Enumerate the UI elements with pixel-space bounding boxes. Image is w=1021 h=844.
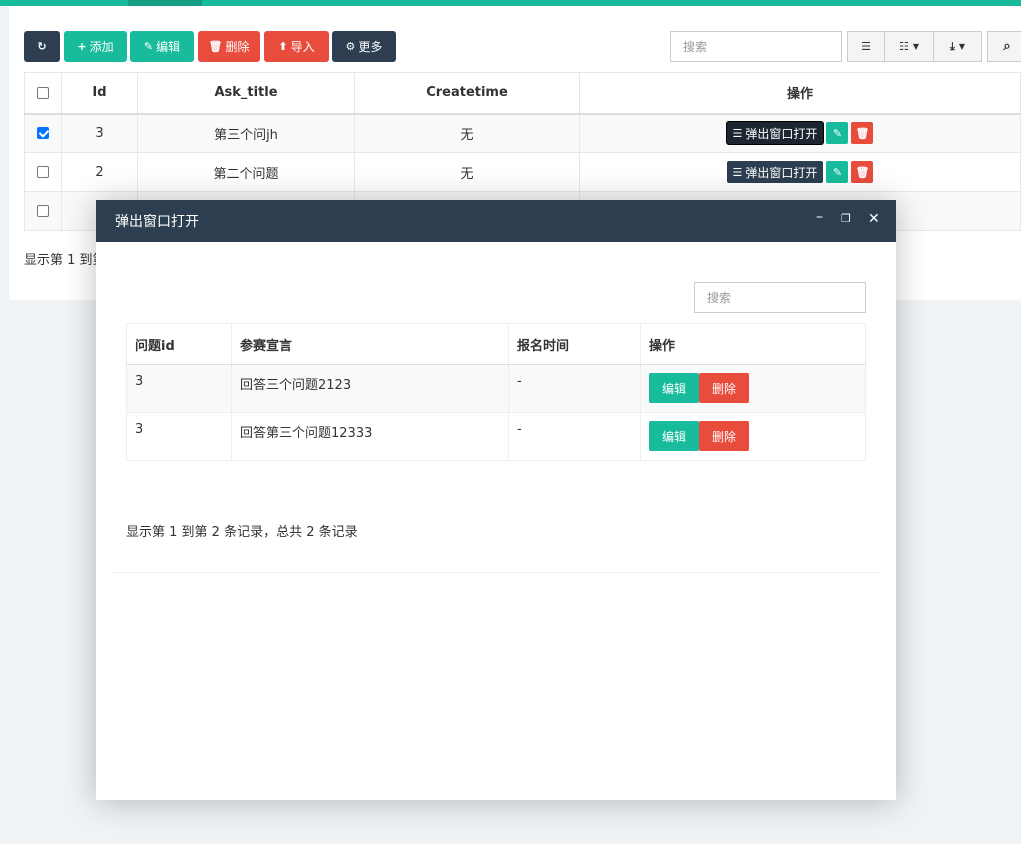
row-checkbox-cell[interactable] bbox=[24, 113, 62, 153]
popup-open-label: 弹出窗口打开 bbox=[745, 165, 818, 180]
modal-table-header-row: 问题id 参赛宣言 报名时间 操作 bbox=[126, 323, 866, 365]
modal-body: 问题id 参赛宣言 报名时间 操作 3 回答三个问题2123 - 编辑删除 3 bbox=[96, 242, 896, 800]
row-question-id: 3 bbox=[126, 412, 232, 461]
row-id: 2 bbox=[61, 152, 138, 192]
modal-edit-button[interactable]: 编辑 bbox=[649, 421, 699, 451]
table-header-row: Id Ask_title Createtime 操作 bbox=[24, 72, 1021, 115]
row-checkbox[interactable] bbox=[37, 127, 49, 140]
row-signup-time: - bbox=[508, 364, 641, 413]
more-label: 更多 bbox=[358, 40, 383, 54]
toggle-view-button[interactable]: ☰ bbox=[847, 31, 885, 62]
popup-modal: 弹出窗口打开 – ❐ ✕ 问题id 参赛宣言 报名时间 操作 3 回答三个问题2… bbox=[96, 200, 896, 800]
more-button[interactable]: ⚙ 更多 bbox=[332, 31, 396, 62]
modal-table-row: 3 回答第三个问题12333 - 编辑 删除 bbox=[126, 412, 866, 461]
row-title: 第三个问jh bbox=[137, 113, 355, 153]
row-checkbox-cell[interactable] bbox=[24, 152, 62, 192]
row-createtime: 无 bbox=[354, 113, 580, 153]
refresh-button[interactable]: ↻ bbox=[24, 31, 60, 62]
caret-down-icon: ▼ bbox=[912, 41, 920, 51]
row-id: 3 bbox=[61, 113, 138, 153]
search-input[interactable] bbox=[670, 31, 842, 62]
modal-table-row: 3 回答三个问题2123 - 编辑 删除 bbox=[126, 364, 866, 413]
col-actions: 操作 bbox=[579, 72, 1021, 115]
pencil-icon: ✎ bbox=[832, 165, 843, 179]
pagination-info: 显示第 1 到第 bbox=[24, 253, 106, 268]
modal-table: 问题id 参赛宣言 报名时间 操作 3 回答三个问题2123 - 编辑删除 3 bbox=[126, 323, 866, 461]
col-signup-time: 报名时间 bbox=[508, 323, 641, 365]
row-checkbox-cell[interactable] bbox=[24, 191, 62, 231]
add-button[interactable]: + 添加 bbox=[64, 31, 127, 62]
row-declaration: 回答三个问题2123 bbox=[231, 364, 509, 413]
columns-button[interactable]: ☷ ▼ bbox=[884, 31, 934, 62]
trash-icon: 🗑︎ bbox=[855, 165, 870, 179]
gear-icon: ⚙ bbox=[345, 40, 356, 53]
edit-button[interactable]: ✎ 编辑 bbox=[130, 31, 194, 62]
modal-search-input[interactable] bbox=[694, 282, 866, 313]
popup-open-button[interactable]: ☰ 弹出窗口打开 bbox=[726, 122, 824, 145]
col-modal-actions: 操作 bbox=[640, 323, 866, 365]
export-icon: ⤓ bbox=[949, 40, 955, 53]
modal-title: 弹出窗口打开 bbox=[115, 214, 199, 230]
import-button[interactable]: ⬆ 导入 bbox=[264, 31, 329, 62]
col-declaration: 参赛宣言 bbox=[231, 323, 509, 365]
minimize-icon[interactable]: – bbox=[816, 210, 823, 224]
col-createtime[interactable]: Createtime bbox=[354, 72, 580, 115]
maximize-icon[interactable]: ❐ bbox=[841, 213, 851, 224]
delete-button[interactable]: 🗑︎ 删除 bbox=[198, 31, 260, 62]
list-icon: ☰ bbox=[861, 40, 871, 53]
pencil-icon: ✎ bbox=[832, 126, 843, 140]
list-icon: ☰ bbox=[732, 165, 743, 179]
popup-open-label: 弹出窗口打开 bbox=[745, 126, 818, 141]
modal-delete-button[interactable]: 删除 bbox=[699, 421, 749, 451]
caret-down-icon: ▼ bbox=[958, 41, 966, 51]
row-signup-time: - bbox=[508, 412, 641, 461]
modal-edit-button[interactable]: 编辑 bbox=[649, 373, 699, 403]
grid-icon: ☷ bbox=[898, 40, 909, 53]
row-actions: ☰ 弹出窗口打开 ✎ 🗑︎ bbox=[579, 152, 1021, 192]
close-icon[interactable]: ✕ bbox=[868, 212, 880, 226]
edit-label: 编辑 bbox=[156, 40, 181, 54]
trash-icon: 🗑︎ bbox=[208, 40, 223, 53]
select-all-cell[interactable] bbox=[24, 72, 62, 115]
col-id[interactable]: Id bbox=[61, 72, 138, 115]
modal-pagination-info: 显示第 1 到第 2 条记录，总共 2 条记录 bbox=[126, 525, 358, 540]
row-createtime: 无 bbox=[354, 152, 580, 192]
pencil-icon: ✎ bbox=[143, 40, 154, 53]
col-ask-title[interactable]: Ask_title bbox=[137, 72, 355, 115]
plus-icon: + bbox=[77, 40, 87, 53]
row-modal-actions: 编辑 删除 bbox=[640, 364, 866, 413]
modal-delete-button[interactable]: 删除 bbox=[699, 373, 749, 403]
row-modal-actions: 编辑 删除 bbox=[640, 412, 866, 461]
row-declaration: 回答第三个问题12333 bbox=[231, 412, 509, 461]
row-edit-button[interactable]: ✎ bbox=[826, 161, 849, 183]
row-title: 第二个问题 bbox=[137, 152, 355, 192]
select-all-checkbox[interactable] bbox=[37, 86, 49, 99]
row-question-id: 3 bbox=[126, 364, 232, 413]
trash-icon: 🗑︎ bbox=[855, 126, 870, 140]
modal-divider bbox=[112, 572, 880, 573]
table-row: 3 第三个问jh 无 ☰ 弹出窗口打开 ✎ 🗑︎ bbox=[24, 113, 1021, 153]
row-checkbox[interactable] bbox=[37, 166, 49, 178]
table-row: 2 第二个问题 无 ☰ 弹出窗口打开 ✎ 🗑︎ bbox=[24, 152, 1021, 192]
col-question-id: 问题id bbox=[126, 323, 232, 365]
delete-label: 删除 bbox=[225, 40, 250, 54]
row-delete-button[interactable]: 🗑︎ bbox=[851, 161, 874, 183]
row-actions: ☰ 弹出窗口打开 ✎ 🗑︎ bbox=[579, 113, 1021, 153]
search-icon: ⌕ bbox=[1003, 39, 1011, 54]
modal-header[interactable]: 弹出窗口打开 – ❐ ✕ bbox=[96, 200, 896, 242]
row-delete-button[interactable]: 🗑︎ bbox=[851, 122, 874, 145]
list-icon: ☰ bbox=[732, 126, 743, 140]
import-label: 导入 bbox=[290, 40, 315, 54]
export-button[interactable]: ⤓ ▼ bbox=[933, 31, 982, 62]
row-edit-button[interactable]: ✎ bbox=[826, 122, 849, 145]
search-button[interactable]: ⌕ bbox=[987, 31, 1021, 62]
refresh-icon: ↻ bbox=[37, 40, 47, 53]
upload-icon: ⬆ bbox=[278, 40, 288, 53]
row-checkbox[interactable] bbox=[37, 205, 49, 217]
popup-open-button[interactable]: ☰ 弹出窗口打开 bbox=[726, 161, 824, 183]
add-label: 添加 bbox=[89, 40, 114, 54]
